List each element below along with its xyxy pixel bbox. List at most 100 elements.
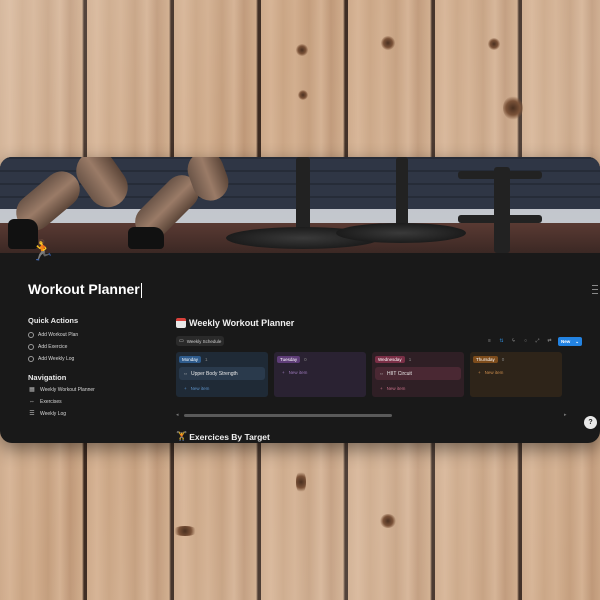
new-item-button[interactable]: + New item [277,367,363,377]
board-column-tuesday: Tuesday 0 + New item [274,352,366,397]
text-caret [140,282,142,298]
settings-icon[interactable]: ⇄ [546,338,553,345]
plus-icon: + [380,385,383,391]
new-item-button[interactable]: + New item [375,383,461,393]
section-title: Exercices By Target [189,431,270,442]
new-button[interactable]: New ⌄ [558,337,582,346]
plate-stand-post [296,157,310,237]
athlete-shoe [128,227,164,249]
column-tag: Tuesday [277,355,301,363]
wood-knot [503,96,523,120]
new-item-label: New item [484,369,504,375]
plate-tree-post [494,167,510,253]
board-title-text: Weekly Workout Planner [189,318,295,328]
board-column-thursday: Thursday 0 + New item [470,352,562,397]
wood-knot [488,38,500,50]
calendar-icon [176,318,186,328]
outline-marker[interactable] [592,289,598,290]
quick-actions-section: Quick Actions Add Workout Plan Add Exerc… [28,316,78,365]
lightning-icon[interactable]: ϟ [510,338,517,345]
plus-icon: + [282,369,285,375]
nav-item-label: Weekly Log [40,411,67,417]
nav-item-exercises[interactable]: ⇔ Exercises [28,396,95,408]
wood-knot [381,36,395,50]
exercises-by-target-heading[interactable]: 🏋 Exercices By Target [176,431,270,442]
quick-action-add-weekly-log[interactable]: Add Weekly Log [28,353,78,365]
outline-marker[interactable] [592,285,598,286]
search-icon[interactable]: ○ [522,338,529,345]
board-column-monday: Monday 1 ⇔ Upper Body Strength + New item [176,352,268,397]
running-person-icon[interactable]: 🏃 [30,238,55,264]
scroll-left-icon[interactable]: ◂ [176,412,179,418]
quick-action-add-workout-plan[interactable]: Add Workout Plan [28,329,78,341]
dumbbell-icon: ⇔ [183,370,188,377]
quick-action-label: Add Workout Plan [38,332,79,338]
board-toolbar: ≡ ⇅ ϟ ○ ⤢ ⇄ New ⌄ [486,337,582,346]
wood-knot [172,526,198,536]
quick-action-label: Add Weekly Log [38,356,75,362]
nav-item-label: Weekly Workout Planner [40,387,95,393]
board-column-wednesday: Wednesday 1 ⇔ HIIT Circuit + New item [372,352,464,397]
quick-action-label: Add Exercice [38,344,68,350]
dumbbell-icon: ⇔ [379,370,384,377]
column-count: 1 [408,356,412,362]
view-tab-weekly-schedule[interactable]: ▭ Weekly Schedule [176,336,225,346]
circle-icon [28,344,34,350]
new-button-label: New [561,339,571,344]
board-view-icon: ▭ [179,338,184,344]
outline-marker[interactable] [592,293,598,294]
card-title: HIIT Circuit [387,370,412,377]
circle-icon [28,332,34,338]
plate-stand-post [396,157,408,227]
calendar-icon: ▦ [29,387,35,393]
cover-image [0,157,600,253]
nav-item-weekly-workout-planner[interactable]: ▦ Weekly Workout Planner [28,384,95,396]
chevron-down-icon[interactable]: ⌄ [575,339,579,345]
dumbbell-icon: ⇔ [29,399,35,405]
circle-icon [28,356,34,362]
navigation-heading: Navigation [28,373,67,382]
board-card[interactable]: ⇔ Upper Body Strength [179,367,265,380]
column-header[interactable]: Wednesday 1 [375,354,461,364]
horizontal-scrollbar[interactable]: ◂ ▸ [176,412,574,418]
weightlifter-icon: 🏋 [176,431,188,441]
plate-tree-arm [458,171,542,179]
board-section: Weekly Workout Planner ▭ Weekly Schedule… [176,318,582,418]
nav-item-weekly-log[interactable]: ☰ Weekly Log [28,408,95,420]
new-item-button[interactable]: + New item [179,383,265,393]
column-header[interactable]: Tuesday 0 [277,354,363,364]
card-title: Upper Body Strength [191,370,238,377]
page-title[interactable]: Workout Planner [28,281,142,298]
plus-icon: + [184,385,187,391]
wood-knot [298,90,308,100]
wood-knot [296,470,306,494]
board-columns: Monday 1 ⇔ Upper Body Strength + New item Tues… [176,352,562,397]
help-button[interactable]: ? [584,416,597,429]
wood-knot [296,44,308,56]
new-item-button[interactable]: + New item [473,367,559,377]
expand-icon[interactable]: ⤢ [534,338,541,345]
column-header[interactable]: Monday 1 [179,354,265,364]
column-tag: Thursday [473,355,498,363]
scroll-right-icon[interactable]: ▸ [564,412,567,418]
quick-actions-heading: Quick Actions [28,316,79,325]
wood-knot [380,514,396,528]
new-item-label: New item [190,385,210,391]
quick-action-add-exercice[interactable]: Add Exercice [28,341,78,353]
view-tab-label: Weekly Schedule [186,338,222,344]
column-count: 1 [205,356,208,362]
plate-tree-arm [458,215,542,223]
nav-item-label: Exercises [40,399,62,405]
filter-icon[interactable]: ≡ [486,338,493,345]
board-title[interactable]: Weekly Workout Planner [176,318,574,328]
new-item-label: New item [288,369,308,375]
column-count: 0 [304,356,307,362]
list-icon: ☰ [29,411,35,417]
scrollbar-thumb[interactable] [184,414,392,417]
column-count: 0 [501,356,505,362]
column-header[interactable]: Thursday 0 [473,354,559,364]
sort-icon[interactable]: ⇅ [498,338,505,345]
new-item-label: New item [386,385,406,391]
navigation-section: Navigation ▦ Weekly Workout Planner ⇔ Ex… [28,373,95,420]
board-card[interactable]: ⇔ HIIT Circuit [375,367,461,380]
